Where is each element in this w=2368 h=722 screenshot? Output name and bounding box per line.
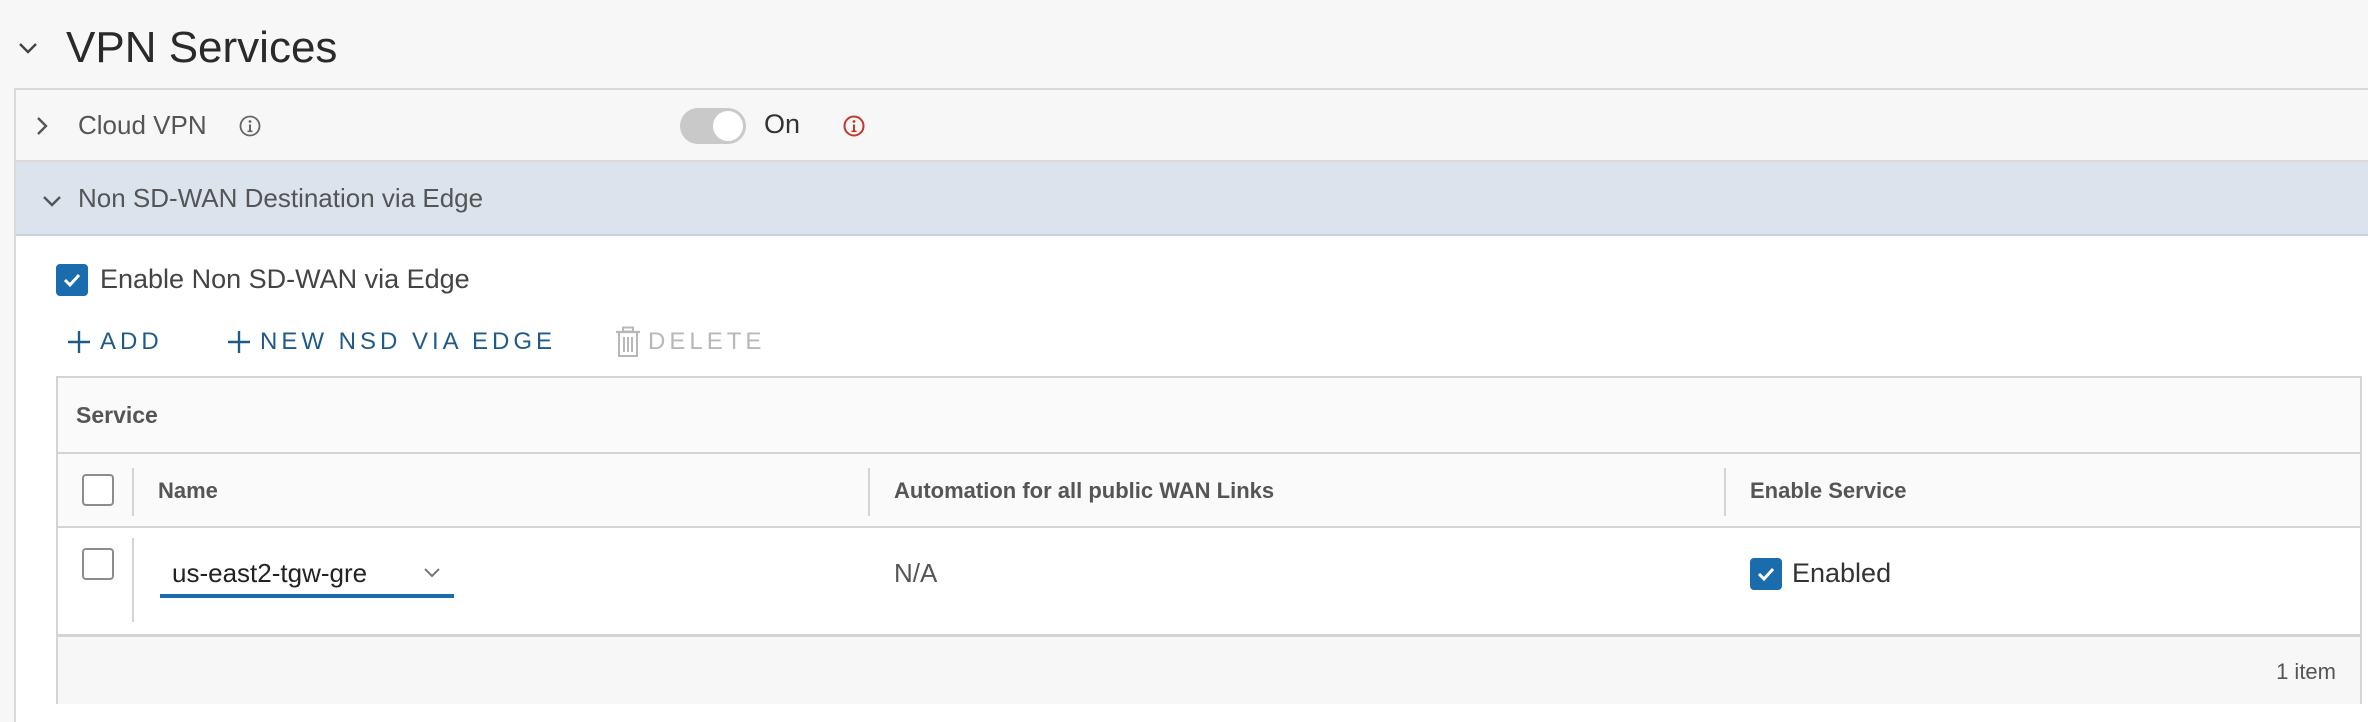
cloud-vpn-toggle-state: On <box>764 109 801 139</box>
delete-button-label: DELETE <box>648 328 766 355</box>
warning-info-icon[interactable] <box>842 114 866 138</box>
trash-icon <box>616 326 640 357</box>
chevron-right-icon[interactable] <box>30 114 54 138</box>
new-nsd-via-edge-button[interactable]: NEW NSD VIA EDGE <box>226 322 556 362</box>
delete-button[interactable]: DELETE <box>614 322 765 362</box>
item-count: 1 item <box>2276 659 2336 684</box>
new-nsd-button-label: NEW NSD VIA EDGE <box>260 328 557 355</box>
grid-title: Service <box>76 402 158 428</box>
column-separator[interactable] <box>868 468 870 516</box>
info-icon[interactable] <box>238 114 262 138</box>
enable-nsd-label: Enable Non SD-WAN via Edge <box>100 264 470 294</box>
enable-service-checkbox[interactable] <box>1750 558 1782 590</box>
row-select-checkbox[interactable] <box>82 548 114 580</box>
vpn-services-header[interactable]: VPN Services <box>0 0 2368 88</box>
service-datagrid: Service Name Automation for all public W… <box>56 376 2362 704</box>
service-name-select[interactable]: us-east2-tgw-gre <box>160 546 454 598</box>
nsd-via-edge-section-header[interactable]: Non SD-WAN Destination via Edge <box>16 162 2368 236</box>
plus-icon <box>228 331 250 353</box>
add-button[interactable]: ADD <box>66 322 163 362</box>
grid-title-bar: Service <box>58 378 2360 454</box>
cloud-vpn-row[interactable]: Cloud VPN On <box>16 90 2368 162</box>
column-separator[interactable] <box>132 468 134 516</box>
select-all-checkbox[interactable] <box>82 474 114 506</box>
row-separator <box>132 538 134 622</box>
cloud-vpn-label: Cloud VPN <box>78 110 207 140</box>
enable-service-label: Enabled <box>1792 558 1892 588</box>
plus-icon <box>68 331 90 353</box>
chevron-down-icon <box>424 568 440 578</box>
checkmark-icon <box>63 273 81 288</box>
cloud-vpn-toggle[interactable] <box>680 108 746 144</box>
chevron-down-icon[interactable] <box>40 189 64 213</box>
table-row: us-east2-tgw-gre N/A Enabled <box>58 528 2360 634</box>
column-header-automation[interactable]: Automation for all public WAN Links <box>894 478 1274 504</box>
page-title: VPN Services <box>66 23 338 72</box>
column-header-enable-service[interactable]: Enable Service <box>1750 478 1907 504</box>
toggle-knob <box>713 111 743 141</box>
enable-nsd-checkbox[interactable] <box>56 264 88 296</box>
column-header-name[interactable]: Name <box>158 478 218 504</box>
nsd-via-edge-label: Non SD-WAN Destination via Edge <box>78 183 484 213</box>
grid-footer: 1 item <box>58 634 2360 704</box>
add-button-label: ADD <box>100 328 163 355</box>
service-name-value: us-east2-tgw-gre <box>172 558 368 588</box>
automation-value: N/A <box>894 558 938 588</box>
chevron-down-icon[interactable] <box>16 36 40 60</box>
vpn-services-page: VPN Services Cloud VPN On Non SD-WAN Des… <box>0 0 2368 722</box>
checkmark-icon <box>1757 567 1775 582</box>
vpn-services-panel: Cloud VPN On Non SD-WAN Destination via … <box>14 88 2368 722</box>
column-separator[interactable] <box>1724 468 1726 516</box>
grid-header-row: Name Automation for all public WAN Links… <box>58 454 2360 528</box>
